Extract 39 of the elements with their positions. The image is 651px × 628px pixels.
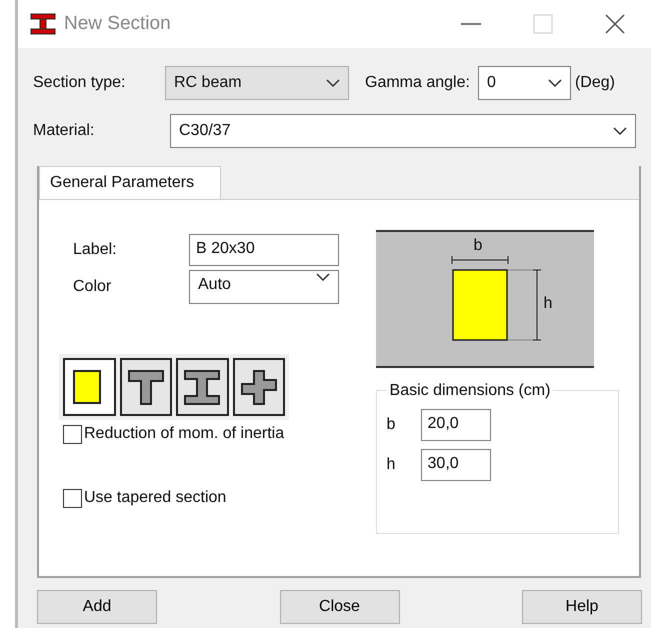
maximize-icon <box>533 14 553 34</box>
i-section-button[interactable] <box>176 358 228 416</box>
checkbox-label: Use tapered section <box>84 488 226 508</box>
chevron-down-icon <box>316 273 330 282</box>
beam-section-icon <box>30 13 56 35</box>
add-button[interactable]: Add <box>37 590 157 624</box>
field-label: Gamma angle: <box>365 73 470 93</box>
chevron-down-icon <box>548 78 562 88</box>
color-dropdown[interactable]: Auto <box>189 270 339 304</box>
dimension-field[interactable]: 30,0 <box>420 449 491 481</box>
field-label: h <box>386 456 396 473</box>
field-label: Color <box>73 278 112 295</box>
tee-section-button[interactable] <box>120 358 172 416</box>
dimension-label: h <box>544 294 552 314</box>
gamma-angle-combo[interactable]: 0 <box>478 66 571 100</box>
label-field[interactable]: B 20x30 <box>189 234 339 266</box>
dimension-label: b <box>474 236 482 256</box>
minimize-icon <box>461 23 481 25</box>
chevron-down-icon <box>613 126 627 136</box>
cross-section-button[interactable] <box>232 358 285 416</box>
checkbox-label: Reduction of mom. of inertia <box>84 424 284 444</box>
dimension-field[interactable]: 20,0 <box>420 409 491 441</box>
close-button[interactable]: Close <box>280 590 400 624</box>
section-type-dropdown[interactable]: RC beam <box>165 66 349 100</box>
material-dropdown[interactable]: C30/37 <box>170 114 636 148</box>
group-title: Basic dimensions (cm) <box>386 382 554 399</box>
tab[interactable]: General Parameters <box>39 166 221 199</box>
help-button[interactable]: Help <box>522 590 642 624</box>
rectangle-section-button[interactable] <box>63 358 116 416</box>
unit-label: (Deg) <box>574 73 615 93</box>
checkbox[interactable] <box>63 488 82 508</box>
section-rectangle <box>452 269 508 341</box>
window-title: New Section <box>64 12 171 36</box>
field-label: b <box>386 416 396 433</box>
checkbox[interactable] <box>63 424 82 444</box>
chevron-down-icon <box>326 78 340 88</box>
field-label: Section type: <box>33 74 126 91</box>
field-label: Label: <box>73 241 117 258</box>
field-label: Material: <box>33 122 94 139</box>
